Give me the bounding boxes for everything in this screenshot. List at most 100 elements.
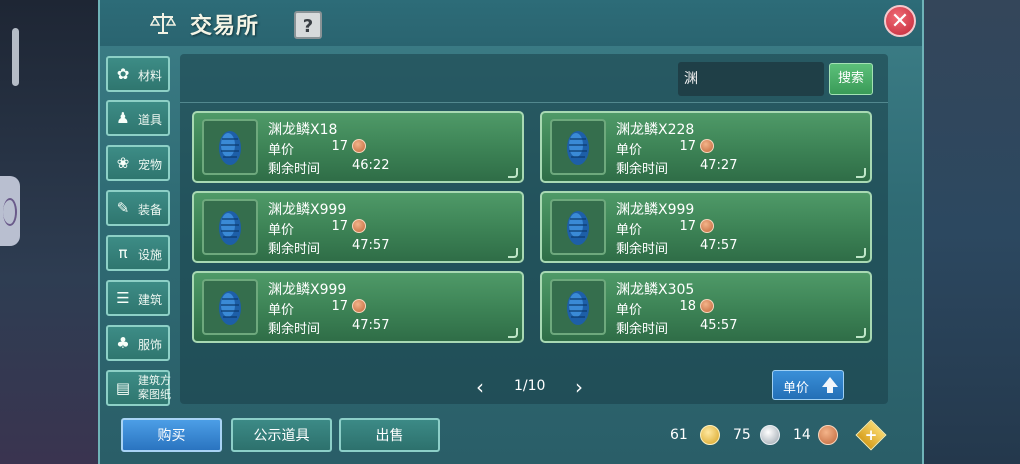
public-items-button[interactable]: 公示道具 xyxy=(231,418,332,452)
time-label: 剩余时间 xyxy=(616,322,669,337)
corner-ornament xyxy=(856,168,866,178)
tools-icon: ♟ xyxy=(116,109,130,127)
page-indicator: 1/10 xyxy=(514,378,546,394)
item-slot xyxy=(202,119,258,175)
materials-icon: ✿ xyxy=(116,65,130,83)
screen-scroll-handle[interactable] xyxy=(12,28,19,86)
sidebar-item-label: 建筑方案图纸 xyxy=(138,374,171,401)
item-slot xyxy=(550,279,606,335)
sidebar-item-facilities[interactable]: π 设施 xyxy=(106,235,170,271)
unit-price: 18 xyxy=(679,299,696,314)
sidebar-item-tools[interactable]: ♟ 道具 xyxy=(106,100,170,136)
search-button[interactable]: 搜索 xyxy=(829,63,873,95)
corner-ornament xyxy=(856,248,866,258)
price-label: 单价 xyxy=(616,303,643,318)
sidebar-item-label: 宠物 xyxy=(138,158,163,172)
item-slot xyxy=(202,199,258,255)
corner-ornament xyxy=(508,248,518,258)
dragon-scale-icon xyxy=(567,131,589,165)
price-label: 单价 xyxy=(268,143,295,158)
listing-card[interactable]: 渊龙鳞X999 单价 17 剩余时间 47:57 xyxy=(192,271,524,343)
copper-amount: 14 xyxy=(793,427,811,443)
gold-coin-icon xyxy=(700,425,720,445)
item-name: 渊龙鳞X305 xyxy=(616,282,695,298)
item-name: 渊龙鳞X18 xyxy=(268,122,338,138)
price-label: 单价 xyxy=(268,303,295,318)
sidebar-item-equipment[interactable]: ✎ 装备 xyxy=(106,190,170,226)
sidebar-item-label: 道具 xyxy=(138,113,163,127)
remaining-time: 47:57 xyxy=(352,238,390,253)
listing-card[interactable]: 渊龙鳞X18 单价 17 剩余时间 46:22 xyxy=(192,111,524,183)
listing-card[interactable]: 渊龙鳞X228 单价 17 剩余时间 47:27 xyxy=(540,111,872,183)
background-right xyxy=(915,0,1020,464)
scale-icon xyxy=(150,13,176,34)
pet-paw-icon: ❀ xyxy=(116,154,130,172)
unit-price: 17 xyxy=(679,139,696,154)
price-label: 单价 xyxy=(616,223,643,238)
listing-card[interactable]: 渊龙鳞X305 单价 18 剩余时间 45:57 xyxy=(540,271,872,343)
time-label: 剩余时间 xyxy=(268,322,321,337)
copper-coin-icon xyxy=(700,219,714,233)
time-label: 剩余时间 xyxy=(268,162,321,177)
close-button[interactable]: ✕ xyxy=(884,5,916,37)
corner-ornament xyxy=(508,328,518,338)
sidebar-item-clothing[interactable]: ♣ 服饰 xyxy=(106,325,170,361)
blueprint-icon: ▤ xyxy=(115,379,131,397)
unit-price: 17 xyxy=(331,299,348,314)
copper-coin-icon xyxy=(352,219,366,233)
unit-price: 17 xyxy=(331,139,348,154)
time-label: 剩余时间 xyxy=(616,162,669,177)
help-button[interactable]: ? xyxy=(294,11,322,39)
dragon-scale-icon xyxy=(219,131,241,165)
sidebar-item-blueprints[interactable]: ▤ 建筑方案图纸 xyxy=(106,370,171,406)
sidebar-item-pets[interactable]: ❀ 宠物 xyxy=(106,145,170,181)
page-next-button[interactable]: › xyxy=(568,376,590,398)
price-label: 单价 xyxy=(616,143,643,158)
copper-coin-icon xyxy=(700,299,714,313)
sort-arrow-up-icon xyxy=(822,377,838,393)
item-name: 渊龙鳞X999 xyxy=(268,202,347,218)
item-name: 渊龙鳞X999 xyxy=(268,282,347,298)
facility-icon: π xyxy=(118,244,128,262)
sidebar-item-buildings[interactable]: ☰ 建筑 xyxy=(106,280,170,316)
sort-by-unit-price-button[interactable]: 单价 xyxy=(772,370,844,400)
listing-card[interactable]: 渊龙鳞X999 单价 17 剩余时间 47:57 xyxy=(192,191,524,263)
sidebar-item-materials[interactable]: ✿ 材料 xyxy=(106,56,170,92)
time-label: 剩余时间 xyxy=(268,242,321,257)
remaining-time: 46:22 xyxy=(352,158,390,173)
copper-coin-icon xyxy=(352,139,366,153)
sidebar-item-label: 服饰 xyxy=(138,338,163,352)
unit-price: 17 xyxy=(331,219,348,234)
search-input[interactable]: 渊 xyxy=(678,62,824,96)
plus-icon: + xyxy=(864,426,878,444)
copper-coin-icon xyxy=(352,299,366,313)
dragon-scale-icon xyxy=(567,291,589,325)
sidebar-item-label: 装备 xyxy=(138,203,163,217)
sidebar-item-label: 设施 xyxy=(138,248,163,262)
sidebar-item-label: 建筑 xyxy=(138,293,163,307)
copper-coin-icon xyxy=(700,139,714,153)
buy-button[interactable]: 购买 xyxy=(121,418,222,452)
page-prev-button[interactable]: ‹ xyxy=(469,376,491,398)
corner-ornament xyxy=(856,328,866,338)
copper-coin-icon xyxy=(818,425,838,445)
sell-button[interactable]: 出售 xyxy=(339,418,440,452)
gold-amount: 61 xyxy=(670,427,688,443)
sidebar-item-label: 材料 xyxy=(138,69,163,83)
corner-ornament xyxy=(508,168,518,178)
title-bar: 交易所 ? xyxy=(100,0,922,46)
sort-label: 单价 xyxy=(783,381,810,396)
silver-coin-icon xyxy=(760,425,780,445)
equipment-icon: ✎ xyxy=(116,199,130,217)
clothing-icon: ♣ xyxy=(116,334,130,352)
item-slot xyxy=(202,279,258,335)
item-name: 渊龙鳞X999 xyxy=(616,202,695,218)
unit-price: 17 xyxy=(679,219,696,234)
side-pull-tab[interactable] xyxy=(0,176,20,246)
time-label: 剩余时间 xyxy=(616,242,669,257)
item-slot xyxy=(550,119,606,175)
remaining-time: 45:57 xyxy=(700,318,738,333)
dragon-scale-icon xyxy=(567,211,589,245)
listing-card[interactable]: 渊龙鳞X999 单价 17 剩余时间 47:57 xyxy=(540,191,872,263)
dragon-scale-icon xyxy=(219,291,241,325)
